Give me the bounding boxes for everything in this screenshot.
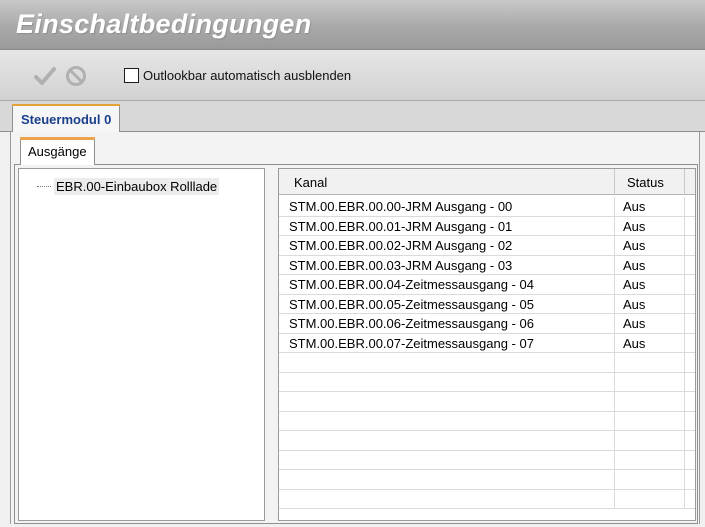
empty-table-row[interactable] — [279, 470, 695, 490]
cell-status: Aus — [615, 197, 685, 216]
cell-kanal — [279, 489, 615, 509]
cell-status — [615, 489, 685, 509]
tree-item-label[interactable]: EBR.00-Einbaubox Rolllade — [54, 178, 220, 195]
cell-status — [615, 392, 685, 411]
toolbar: Outlookbar automatisch ausblenden — [0, 50, 705, 101]
checkmark-icon[interactable] — [33, 64, 57, 88]
cell-status — [615, 372, 685, 392]
cell-kanal — [279, 431, 615, 450]
cell-status — [615, 411, 685, 431]
table-row[interactable]: STM.00.EBR.00.06-Zeitmessausgang - 06 Aus — [279, 314, 695, 334]
table-header: Kanal Status — [279, 169, 695, 195]
window-title: Einschaltbedingungen — [16, 9, 312, 39]
cell-kanal: STM.00.EBR.00.06-Zeitmessausgang - 06 — [279, 314, 615, 333]
cell-status — [615, 450, 685, 470]
tab-ausgaenge[interactable]: Ausgänge — [20, 137, 95, 165]
column-header-kanal[interactable]: Kanal — [279, 169, 615, 195]
cell-status: Aus — [615, 294, 685, 314]
column-header-status[interactable]: Status — [615, 169, 685, 195]
empty-table-row[interactable] — [279, 411, 695, 431]
table-body: STM.00.EBR.00.00-JRM Ausgang - 00 Aus STM.… — [279, 197, 695, 509]
empty-table-row[interactable] — [279, 372, 695, 392]
cell-status: Aus — [615, 333, 685, 353]
cell-kanal — [279, 392, 615, 411]
cell-kanal — [279, 372, 615, 392]
tree-connector — [37, 186, 51, 187]
device-tree[interactable]: EBR.00-Einbaubox Rolllade — [18, 168, 265, 521]
tab-label[interactable]: Ausgänge — [28, 144, 87, 159]
table-row[interactable]: STM.00.EBR.00.03-JRM Ausgang - 03 Aus — [279, 255, 695, 275]
cell-status: Aus — [615, 314, 685, 333]
cell-kanal: STM.00.EBR.00.05-Zeitmessausgang - 05 — [279, 294, 615, 314]
cell-kanal: STM.00.EBR.00.07-Zeitmessausgang - 07 — [279, 333, 615, 353]
tab-active-indicator — [20, 137, 95, 140]
table-row[interactable]: STM.00.EBR.00.07-Zeitmessausgang - 07 Aus — [279, 333, 695, 353]
cell-kanal: STM.00.EBR.00.02-JRM Ausgang - 02 — [279, 236, 615, 255]
tree-item[interactable]: EBR.00-Einbaubox Rolllade — [37, 178, 220, 195]
channel-table[interactable]: Kanal Status STM.00.EBR.00.00-JRM Ausgan… — [278, 168, 696, 521]
empty-table-row[interactable] — [279, 392, 695, 412]
tab-label[interactable]: Steuermodul 0 — [21, 112, 111, 127]
checkbox-box[interactable] — [124, 68, 139, 83]
cell-kanal: STM.00.EBR.00.01-JRM Ausgang - 01 — [279, 216, 615, 236]
title-bar: Einschaltbedingungen — [0, 0, 705, 50]
cell-kanal — [279, 470, 615, 489]
column-header-label: Kanal — [294, 174, 328, 190]
cell-kanal — [279, 411, 615, 431]
cell-status: Aus — [615, 216, 685, 236]
cell-status: Aus — [615, 236, 685, 255]
table-row[interactable]: STM.00.EBR.00.02-JRM Ausgang - 02 Aus — [279, 236, 695, 256]
cell-status — [615, 353, 685, 372]
outputs-panel: EBR.00-Einbaubox Rolllade Kanal Status S… — [14, 164, 698, 524]
column-header-label: Status — [627, 174, 664, 190]
cell-status — [615, 470, 685, 489]
empty-table-row[interactable] — [279, 489, 695, 509]
tab-steuermodul-0[interactable]: Steuermodul 0 — [12, 104, 121, 133]
empty-table-row[interactable] — [279, 353, 695, 373]
cell-kanal — [279, 450, 615, 470]
tab-active-indicator — [12, 104, 121, 106]
module-tabstrip: Steuermodul 0 — [0, 101, 705, 133]
outlookbar-autohide-checkbox[interactable]: Outlookbar automatisch ausblenden — [124, 68, 351, 83]
cell-kanal: STM.00.EBR.00.03-JRM Ausgang - 03 — [279, 255, 615, 275]
module-content: Ausgänge EBR.00-Einbaubox Rolllade Kanal… — [10, 132, 700, 524]
empty-table-row[interactable] — [279, 450, 695, 470]
cell-kanal — [279, 353, 615, 372]
cancel-icon[interactable] — [64, 64, 88, 88]
cell-status: Aus — [615, 255, 685, 275]
cell-status — [615, 431, 685, 450]
table-row[interactable]: STM.00.EBR.00.00-JRM Ausgang - 00 Aus — [279, 197, 695, 217]
empty-table-row[interactable] — [279, 431, 695, 451]
table-row[interactable]: STM.00.EBR.00.04-Zeitmessausgang - 04 Aus — [279, 275, 695, 295]
cell-kanal: STM.00.EBR.00.00-JRM Ausgang - 00 — [279, 197, 615, 216]
table-row[interactable]: STM.00.EBR.00.01-JRM Ausgang - 01 Aus — [279, 216, 695, 236]
table-row[interactable]: STM.00.EBR.00.05-Zeitmessausgang - 05 Aus — [279, 294, 695, 314]
cell-kanal: STM.00.EBR.00.04-Zeitmessausgang - 04 — [279, 275, 615, 294]
checkbox-label[interactable]: Outlookbar automatisch ausblenden — [143, 68, 351, 83]
cell-status: Aus — [615, 275, 685, 294]
